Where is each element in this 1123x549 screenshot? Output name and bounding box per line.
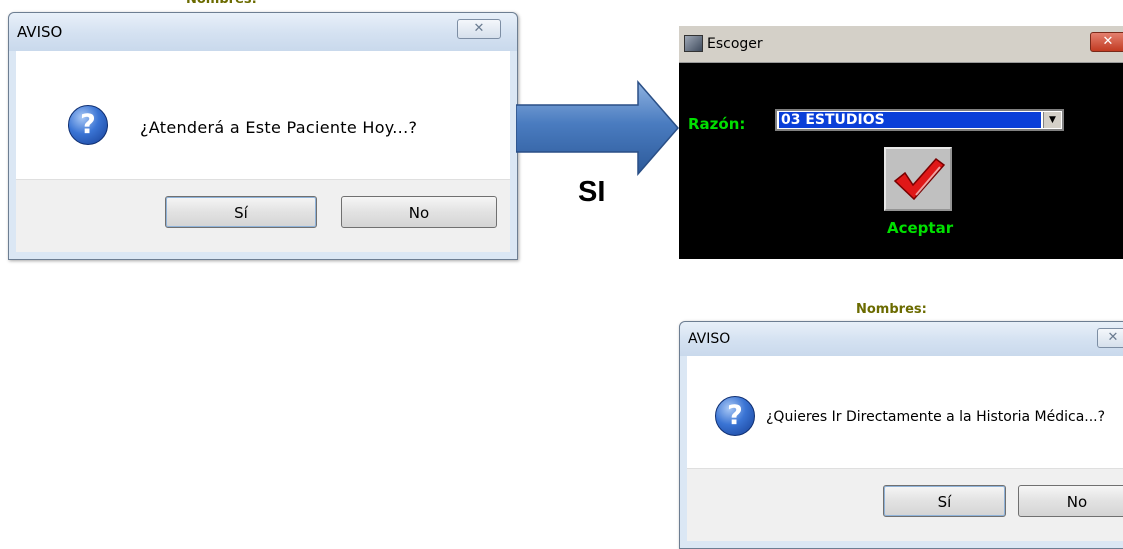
question-icon: ? [68, 105, 108, 145]
dialog-titlebar: AVISO ✕ [9, 13, 517, 51]
background-nombres-label: Nombres: [186, 0, 257, 7]
background-nombres-label-2: Nombres: [856, 302, 927, 317]
escoger-window: Escoger ✕ Razón: 03 ESTUDIOS ▼ Aceptar [679, 26, 1123, 259]
escoger-title: Escoger [707, 36, 763, 52]
dialog-titlebar: AVISO ✕ [680, 322, 1123, 356]
razon-label: Razón: [688, 115, 746, 133]
close-button[interactable]: ✕ [1097, 328, 1123, 348]
dialog-title: AVISO [688, 331, 731, 347]
close-icon: ✕ [1107, 330, 1119, 345]
app-icon [684, 35, 703, 52]
accept-label: Aceptar [887, 219, 954, 237]
dialog-message: ¿Quieres Ir Directamente a la Historia M… [766, 409, 1106, 425]
close-icon: ✕ [1102, 34, 1114, 49]
dialog-content: ? ¿Quieres Ir Directamente a la Historia… [687, 356, 1123, 541]
no-button[interactable]: No [1018, 485, 1123, 517]
dialog-button-area: Sí No [16, 179, 510, 252]
dialog-content: ? ¿Atenderá a Este Paciente Hoy...? Sí N… [16, 51, 510, 252]
close-button[interactable]: ✕ [457, 19, 501, 39]
dropdown-arrow-icon[interactable]: ▼ [1043, 112, 1061, 128]
razon-selected-value: 03 ESTUDIOS [779, 112, 1041, 128]
accept-button[interactable] [884, 147, 952, 211]
razon-select[interactable]: 03 ESTUDIOS ▼ [775, 109, 1064, 131]
close-icon: ✕ [473, 21, 485, 36]
flow-label-si: SI [578, 176, 606, 208]
question-icon: ? [715, 396, 755, 436]
dialog-title: AVISO [17, 23, 63, 41]
close-button[interactable]: ✕ [1090, 32, 1123, 52]
aviso-dialog-historia: AVISO ✕ ? ¿Quieres Ir Directamente a la … [679, 321, 1123, 549]
dialog-message: ¿Atenderá a Este Paciente Hoy...? [140, 118, 418, 137]
aviso-dialog-atender: AVISO ✕ ? ¿Atenderá a Este Paciente Hoy.… [8, 12, 518, 260]
dialog-button-area: Sí No [687, 468, 1123, 541]
yes-button[interactable]: Sí [883, 485, 1006, 517]
escoger-titlebar: Escoger ✕ [679, 26, 1123, 63]
yes-button[interactable]: Sí [165, 196, 317, 228]
no-button[interactable]: No [341, 196, 497, 228]
checkmark-icon [893, 157, 946, 201]
flow-arrow-icon [516, 80, 679, 177]
